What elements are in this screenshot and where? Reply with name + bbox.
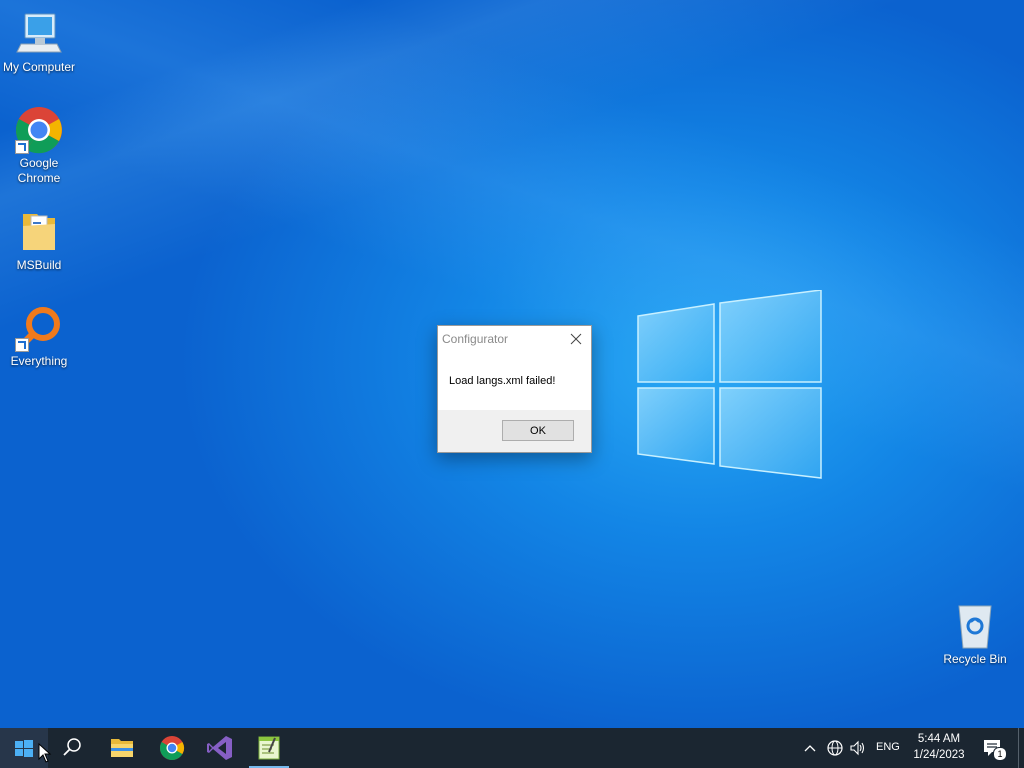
- shortcut-arrow-icon: [15, 140, 29, 154]
- speaker-icon: [850, 740, 865, 756]
- desktop[interactable]: My Computer Google Chrome MSBuild Everyt…: [0, 0, 1024, 728]
- search-icon: [63, 738, 81, 756]
- taskbar-chrome[interactable]: [148, 728, 196, 768]
- recycle-bin-icon: [951, 602, 999, 650]
- chrome-icon: [159, 736, 185, 761]
- desktop-icon-label: Recycle Bin: [943, 652, 1007, 666]
- globe-icon: [827, 740, 843, 756]
- desktop-icon-label: Google Chrome: [17, 156, 61, 185]
- show-hidden-icons-button[interactable]: [802, 740, 818, 756]
- close-icon: [570, 333, 582, 345]
- magnifier-icon: [15, 304, 63, 352]
- dialog-body: Load langs.xml failed!: [438, 352, 591, 410]
- shortcut-arrow-icon: [15, 338, 29, 352]
- desktop-icon-my-computer[interactable]: My Computer: [0, 10, 78, 75]
- notification-count-badge: 1: [993, 747, 1007, 761]
- dialog-message: Load langs.xml failed!: [449, 375, 556, 387]
- visual-studio-icon: [207, 736, 232, 760]
- network-button[interactable]: [826, 739, 844, 757]
- notepad-plus-icon: [258, 736, 280, 760]
- language-indicator[interactable]: ENG: [876, 741, 900, 753]
- volume-button[interactable]: [849, 739, 867, 757]
- clock[interactable]: 5:44 AM 1/24/2023: [908, 731, 970, 763]
- folder-icon: [15, 208, 63, 256]
- desktop-icon-everything[interactable]: Everything: [0, 304, 78, 369]
- chrome-icon: [15, 106, 63, 154]
- desktop-icon-label: Everything: [10, 354, 68, 368]
- show-desktop-button[interactable]: [1018, 728, 1024, 768]
- taskbar: ENG 5:44 AM 1/24/2023 1: [0, 728, 1024, 768]
- taskbar-notepad-plus[interactable]: [245, 728, 293, 768]
- action-center-button[interactable]: 1: [980, 737, 1007, 761]
- desktop-icon-label: My Computer: [2, 60, 76, 74]
- chevron-up-icon: [804, 745, 816, 752]
- desktop-icon-recycle-bin[interactable]: Recycle Bin: [936, 602, 1014, 667]
- computer-icon: [15, 10, 63, 58]
- taskbar-file-explorer[interactable]: [98, 728, 146, 768]
- ok-button[interactable]: OK: [502, 420, 574, 441]
- desktop-icon-msbuild[interactable]: MSBuild: [0, 208, 78, 273]
- dialog-titlebar[interactable]: Configurator: [438, 326, 591, 352]
- configurator-dialog[interactable]: Configurator Load langs.xml failed! OK: [437, 325, 592, 453]
- clock-date: 1/24/2023: [913, 749, 965, 761]
- desktop-icon-label: MSBuild: [16, 258, 62, 272]
- clock-time: 5:44 AM: [917, 733, 961, 745]
- file-explorer-icon: [111, 739, 133, 757]
- desktop-icon-google-chrome[interactable]: Google Chrome: [0, 106, 78, 186]
- dialog-title: Configurator: [442, 332, 509, 346]
- search-button[interactable]: [48, 728, 96, 768]
- close-button[interactable]: [565, 329, 587, 349]
- taskbar-visual-studio[interactable]: [196, 728, 244, 768]
- windows-logo-wallpaper: [637, 290, 822, 479]
